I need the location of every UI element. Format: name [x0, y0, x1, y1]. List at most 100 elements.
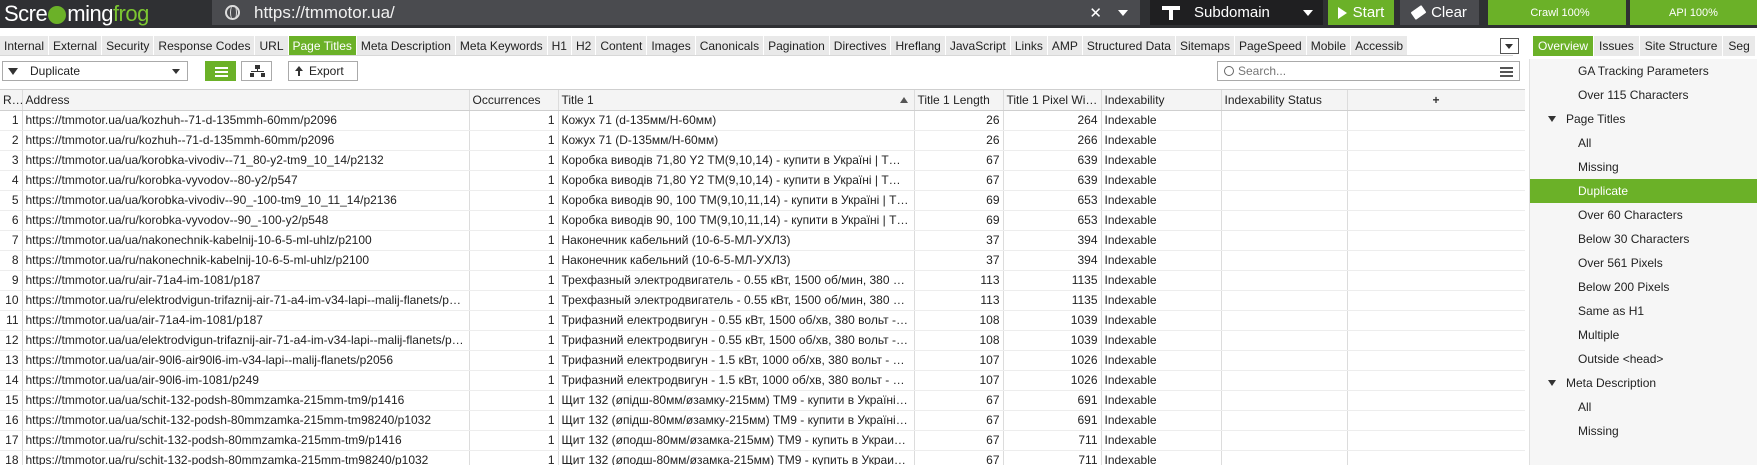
table-cell: 67: [914, 450, 1004, 465]
tab-javascript[interactable]: JavaScript: [945, 36, 1011, 55]
sidebar-item-label: Over 115 Characters: [1578, 88, 1689, 102]
sidebar-item-below-30-characters[interactable]: Below 30 Characters: [1530, 227, 1757, 251]
table-row[interactable]: 6 https://tmmotor.ua/ru/korobka-vyvodov--…: [0, 210, 1525, 231]
table-row[interactable]: 10 https://tmmotor.ua/ru/elektrodvigun-tr…: [0, 290, 1525, 311]
list-view-button[interactable]: [205, 61, 236, 81]
expand-caret-icon[interactable]: [1548, 116, 1556, 122]
tab-meta-description[interactable]: Meta Description: [356, 36, 456, 55]
tab-links[interactable]: Links: [1010, 36, 1048, 55]
table-row[interactable]: 14 https://tmmotor.ua/ua/air-90l6-im-1081…: [0, 370, 1525, 391]
url-input[interactable]: https://tmmotor.ua/: [254, 3, 1089, 23]
table-row[interactable]: 11 https://tmmotor.ua/ua/air-71a4-im-1081…: [0, 310, 1525, 331]
sidebar-item-multiple[interactable]: Multiple: [1530, 323, 1757, 347]
table-cell: 639: [1003, 150, 1102, 171]
right-tab-seg[interactable]: Seg: [1723, 36, 1756, 56]
sidebar-item-page-titles[interactable]: Page Titles: [1530, 107, 1757, 131]
table-row[interactable]: 13 https://tmmotor.ua/ua/air-90l6-air90l6…: [0, 350, 1525, 371]
tab-url[interactable]: URL: [255, 36, 289, 55]
table-row[interactable]: 17 https://tmmotor.ua/ru/schit-132-podsh-…: [0, 430, 1525, 451]
crawl-mode-select[interactable]: Subdomain: [1150, 0, 1323, 25]
tab-pagination[interactable]: Pagination: [764, 36, 830, 55]
sidebar-item-over-561-pixels[interactable]: Over 561 Pixels: [1530, 251, 1757, 275]
sidebar-item-ga-tracking-parameters[interactable]: GA Tracking Parameters: [1530, 59, 1757, 83]
table-row[interactable]: 4 https://tmmotor.ua/ru/korobka-vyvodov--…: [0, 170, 1525, 191]
right-tab-site-structure[interactable]: Site Structure: [1639, 36, 1724, 56]
sidebar-item-outside-head[interactable]: Outside <head>: [1530, 347, 1757, 371]
sidebar-item-below-200-pixels[interactable]: Below 200 Pixels: [1530, 275, 1757, 299]
right-tab-overview[interactable]: Overview: [1533, 36, 1595, 56]
clear-button[interactable]: Clear: [1400, 0, 1479, 25]
tab-mobile[interactable]: Mobile: [1306, 36, 1352, 55]
tab-response-codes[interactable]: Response Codes: [154, 36, 256, 55]
sidebar-item-over-115-characters[interactable]: Over 115 Characters: [1530, 83, 1757, 107]
clear-url-icon[interactable]: ✕: [1089, 4, 1102, 22]
tab-page-titles[interactable]: Page Titles: [288, 36, 357, 55]
export-button[interactable]: Export: [288, 61, 358, 81]
column-header-address[interactable]: Address: [22, 90, 470, 111]
url-history-dropdown-icon[interactable]: [1118, 9, 1128, 16]
add-column-button[interactable]: +: [1347, 90, 1525, 111]
more-tabs-dropdown-icon[interactable]: [1500, 38, 1519, 54]
tab-content[interactable]: Content: [596, 36, 648, 55]
sidebar-item-meta-description[interactable]: Meta Description: [1530, 371, 1757, 395]
tab-meta-keywords[interactable]: Meta Keywords: [455, 36, 548, 55]
globe-icon: [225, 5, 240, 20]
tab-h1[interactable]: H1: [547, 36, 572, 55]
table-row[interactable]: 18 https://tmmotor.ua/ru/schit-132-podsh-…: [0, 450, 1525, 465]
tab-pagespeed[interactable]: PageSpeed: [1234, 36, 1307, 55]
table-row[interactable]: 16 https://tmmotor.ua/ua/schit-132-podsh-…: [0, 410, 1525, 431]
table-row[interactable]: 5 https://tmmotor.ua/ua/korobka-vivodiv--…: [0, 190, 1525, 211]
table-cell: Indexable: [1101, 330, 1222, 351]
sidebar-item-same-as-h1[interactable]: Same as H1: [1530, 299, 1757, 323]
url-bar[interactable]: https://tmmotor.ua/ ✕: [212, 0, 1140, 25]
tab-security[interactable]: Security: [102, 36, 155, 55]
sidebar-item-missing[interactable]: Missing: [1530, 419, 1757, 443]
tab-h2[interactable]: H2: [571, 36, 597, 55]
table-cell: [1221, 250, 1348, 271]
column-header-row[interactable]: Row: [0, 90, 23, 111]
table-cell: Трифазний електродвигун - 1.5 кВт, 1000 …: [558, 370, 915, 391]
table-row[interactable]: 2 https://tmmotor.ua/ru/kozhuh--71-d-135m…: [0, 130, 1525, 151]
tree-view-button[interactable]: [241, 61, 272, 81]
table-row[interactable]: 8 https://tmmotor.ua/ru/nakonechnik-kabel…: [0, 250, 1525, 271]
table-row[interactable]: 7 https://tmmotor.ua/ua/nakonechnik-kabel…: [0, 230, 1525, 251]
sidebar-item-all[interactable]: All: [1530, 131, 1757, 155]
column-header-occurrences[interactable]: Occurrences: [469, 90, 559, 111]
filter-select[interactable]: Duplicate: [2, 61, 188, 81]
filter-value: Duplicate: [30, 64, 81, 78]
column-header-title-1-pixel-width[interactable]: Title 1 Pixel Width: [1003, 90, 1102, 111]
sidebar-item-duplicate[interactable]: Duplicate: [1530, 179, 1757, 203]
tab-internal[interactable]: Internal: [0, 36, 50, 55]
table-cell: 394: [1003, 250, 1102, 271]
table-row[interactable]: 15 https://tmmotor.ua/ua/schit-132-podsh-…: [0, 390, 1525, 411]
table-cell: 1039: [1003, 330, 1102, 351]
table-row[interactable]: 1 https://tmmotor.ua/ua/kozhuh--71-d-135m…: [0, 110, 1525, 131]
tab-structured-data[interactable]: Structured Data: [1082, 36, 1176, 55]
expand-caret-icon[interactable]: [1548, 380, 1556, 386]
tab-accessib[interactable]: Accessib: [1351, 36, 1409, 55]
sidebar-item-over-60-characters[interactable]: Over 60 Characters: [1530, 203, 1757, 227]
sidebar-item-missing[interactable]: Missing: [1530, 155, 1757, 179]
tab-sitemaps[interactable]: Sitemaps: [1175, 36, 1235, 55]
search-input[interactable]: [1238, 64, 1500, 78]
column-header-title-1-length[interactable]: Title 1 Length: [914, 90, 1004, 111]
column-header-indexability-status[interactable]: Indexability Status: [1221, 90, 1348, 111]
right-tab-issues[interactable]: Issues: [1594, 36, 1640, 56]
sidebar-item-all[interactable]: All: [1530, 395, 1757, 419]
column-header-indexability[interactable]: Indexability: [1101, 90, 1222, 111]
column-header-title-1[interactable]: Title 1: [558, 90, 915, 111]
tab-external[interactable]: External: [49, 36, 103, 55]
table-row[interactable]: 12 https://tmmotor.ua/ua/elektrodvigun-tr…: [0, 330, 1525, 351]
table-cell-empty: [1347, 170, 1525, 191]
table-row[interactable]: 3 https://tmmotor.ua/ua/korobka-vivodiv--…: [0, 150, 1525, 171]
start-button[interactable]: Start: [1328, 0, 1394, 25]
tree-icon-node: [261, 73, 265, 77]
table-cell: [1221, 430, 1348, 451]
tab-canonicals[interactable]: Canonicals: [695, 36, 765, 55]
tab-images[interactable]: Images: [647, 36, 696, 55]
tab-directives[interactable]: Directives: [829, 36, 892, 55]
table-row[interactable]: 9 https://tmmotor.ua/ru/air-71a4-im-1081/…: [0, 270, 1525, 291]
tab-amp[interactable]: AMP: [1047, 36, 1083, 55]
tab-hreflang[interactable]: Hreflang: [891, 36, 946, 55]
search-options-icon[interactable]: [1500, 66, 1513, 77]
